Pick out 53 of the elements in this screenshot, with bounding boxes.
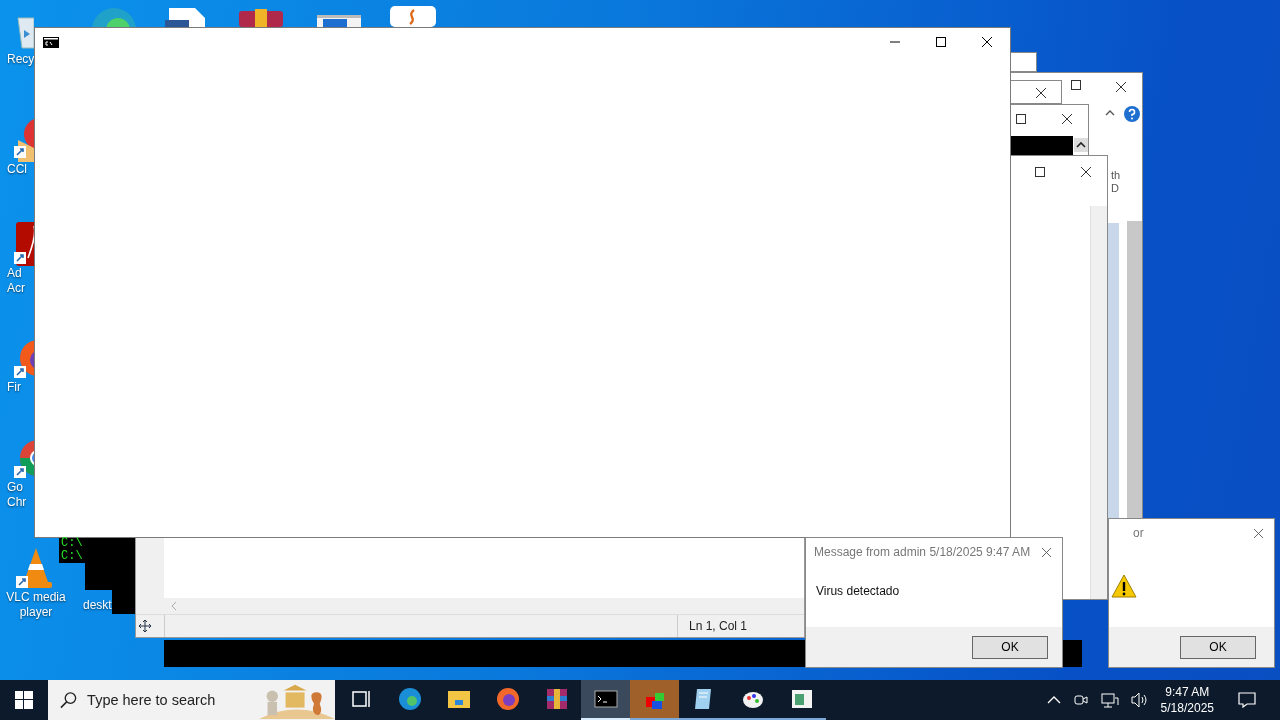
move-icon[interactable] [139, 620, 151, 632]
window-icon [789, 687, 814, 711]
search-icon [60, 691, 78, 709]
clock-time: 9:47 AM [1165, 684, 1210, 700]
scrollbar[interactable] [1090, 206, 1107, 599]
notification-icon[interactable] [1238, 692, 1256, 708]
console-icon [593, 687, 618, 711]
console-icon [43, 36, 59, 48]
dialog-title: Message from admin 5/18/2025 9:47 AM [814, 545, 1031, 559]
scroll-up-icon[interactable] [1074, 138, 1088, 152]
icon-label: CCl [7, 162, 27, 177]
archive-icon [544, 687, 569, 711]
message-text: Virus detectado [816, 584, 900, 598]
search-bar[interactable]: Type here to search [48, 680, 335, 720]
scrollbar[interactable] [1127, 221, 1142, 519]
side-text: th [1111, 169, 1121, 181]
close-icon[interactable] [981, 36, 993, 48]
console-taskbar-button[interactable] [581, 680, 630, 720]
maximize-icon[interactable] [1035, 167, 1045, 177]
start-icon[interactable] [15, 691, 33, 709]
side-text: D [1111, 182, 1119, 194]
close-icon[interactable] [1115, 81, 1127, 93]
document-icon[interactable] [14, 222, 34, 266]
maximize-icon[interactable] [935, 36, 947, 48]
close-icon[interactable] [1080, 166, 1092, 178]
icon-label: Recy [7, 52, 35, 67]
maximize-icon[interactable] [1071, 80, 1081, 90]
console-window [1062, 640, 1082, 667]
clock[interactable]: 9:47 AM 5/18/2025 [1160, 684, 1214, 716]
search-field[interactable]: Type here to search [85, 691, 260, 709]
icon-label: Ad Acr [7, 266, 25, 296]
icon-label: VLC media player [6, 590, 66, 620]
console-strip [1011, 136, 1073, 156]
console-prompt: C:\ [61, 550, 83, 563]
icon-label: deskt [83, 598, 112, 613]
volume-icon[interactable] [1130, 692, 1149, 708]
icon-label: Go Chr [7, 480, 27, 510]
caret-icon[interactable] [1105, 109, 1115, 116]
clock-date: 5/18/2025 [1160, 700, 1214, 716]
maximize-icon[interactable] [1016, 114, 1026, 124]
close-icon[interactable] [1061, 113, 1073, 125]
camera-icon[interactable] [1072, 692, 1089, 708]
help-icon[interactable] [1124, 106, 1140, 122]
close-icon[interactable] [1035, 87, 1047, 99]
ok-button[interactable]: OK [1180, 635, 1256, 659]
dialog-title: or [1133, 526, 1144, 540]
chevron-up-icon[interactable] [1046, 695, 1061, 705]
network-icon[interactable] [1100, 692, 1119, 708]
warning-icon [1111, 574, 1137, 598]
console-prompt: C:\ [61, 537, 83, 550]
ok-button[interactable]: OK [972, 635, 1048, 659]
icon-label: Fir [7, 380, 21, 395]
status-text: Ln 1, Col 1 [677, 615, 748, 637]
